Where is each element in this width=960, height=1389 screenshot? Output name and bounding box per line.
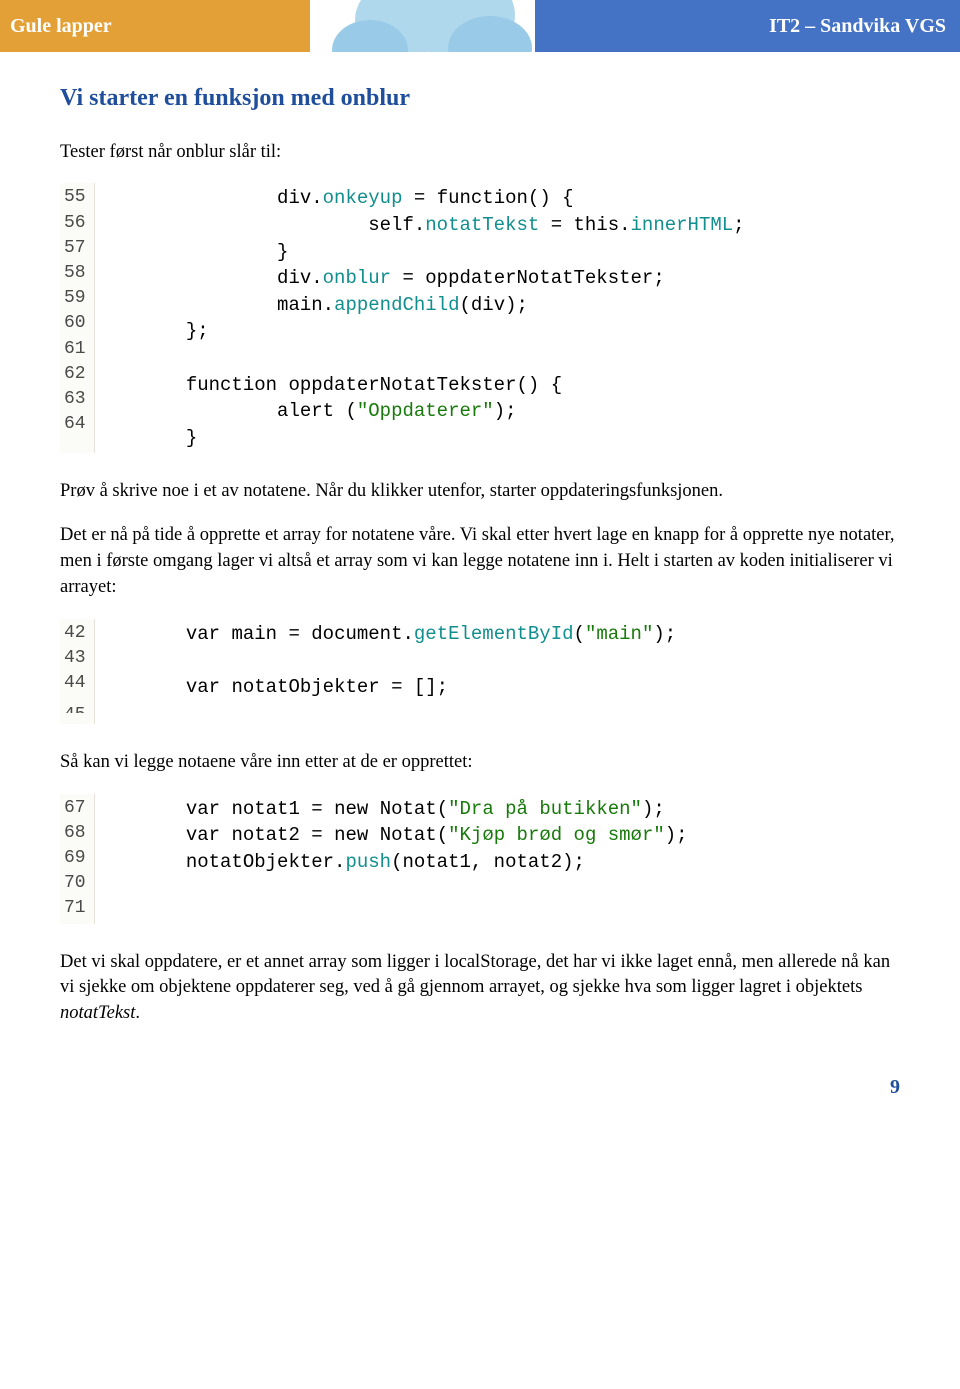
code-block-2: 42 43 44 45 var main = document.getEleme… [60,619,900,724]
paragraph-4: Så kan vi legge notaene våre inn etter a… [60,750,900,776]
paragraph-5c: . [135,1003,140,1023]
code-lines-3: var notat1 = new Notat("Dra på butikken"… [95,794,688,924]
code-block-1: 55 56 57 58 59 60 61 62 63 64 div.onkeyu… [60,183,900,453]
code-gutter-1: 55 56 57 58 59 60 61 62 63 64 [60,183,95,453]
code-block-3: 67 68 69 70 71 var notat1 = new Notat("D… [60,794,900,924]
code-lines-2: var main = document.getElementById("main… [95,619,677,724]
paragraph-3: Det er nå på tide å opprette et array fo… [60,523,900,601]
code-gutter-3: 67 68 69 70 71 [60,794,95,924]
header-title-left: Gule lapper [0,0,310,52]
page-number: 9 [0,1055,960,1115]
paragraph-5a: Det vi skal oppdatere, er et annet array… [60,952,890,998]
code-lines-1: div.onkeyup = function() { self.notatTek… [95,183,745,453]
header-decoration [310,0,535,52]
header-title-right: IT2 – Sandvika VGS [535,0,960,52]
code-gutter-2: 42 43 44 45 [60,619,95,724]
page-header: Gule lapper IT2 – Sandvika VGS [0,0,960,52]
paragraph-1: Tester først når onblur slår til: [60,140,900,166]
butterfly-icon [310,0,535,52]
paragraph-5b: notatTekst [60,1003,135,1023]
paragraph-5: Det vi skal oppdatere, er et annet array… [60,950,900,1028]
page-content: Vi starter en funksjon med onblur Tester… [0,52,960,1055]
section-heading: Vi starter en funksjon med onblur [60,82,900,116]
paragraph-2: Prøv å skrive noe i et av notatene. Når … [60,479,900,505]
